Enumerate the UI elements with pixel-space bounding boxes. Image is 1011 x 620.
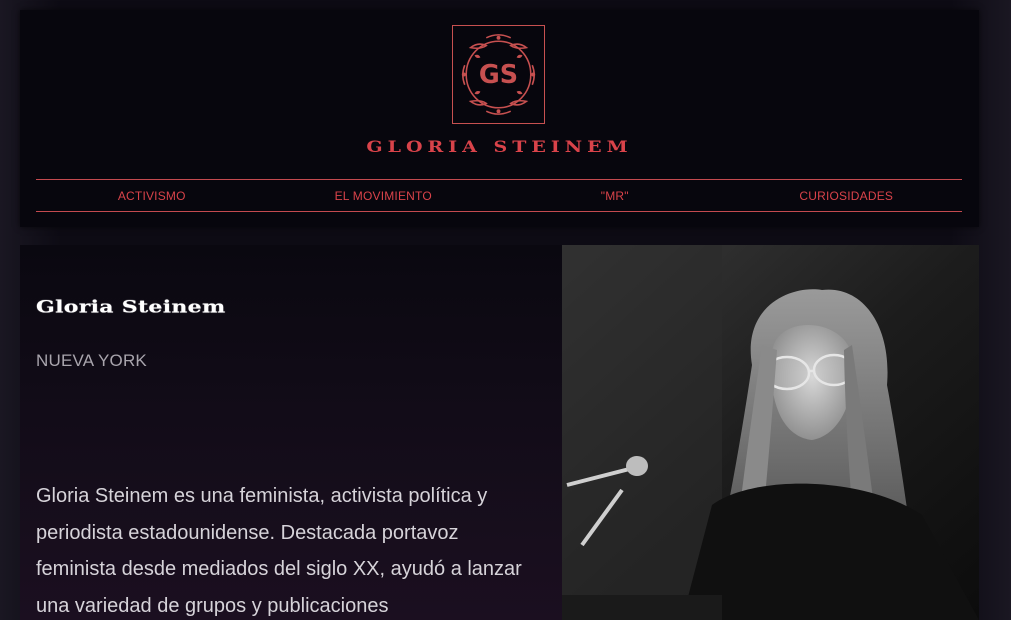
nav-item-mr[interactable]: "MR" <box>499 189 731 203</box>
nav-item-el-movimiento[interactable]: EL MOVIMIENTO <box>268 189 500 203</box>
main-nav: ACTIVISMO EL MOVIMIENTO "MR" CURIOSIDADE… <box>36 179 962 212</box>
nav-item-activismo[interactable]: ACTIVISMO <box>36 189 268 203</box>
page-title: Gloria Steinem <box>36 297 226 318</box>
gs-monogram-logo[interactable]: GS <box>452 25 545 124</box>
logo-text: GS <box>479 59 518 89</box>
nav-item-curiosidades[interactable]: CURIOSIDADES <box>731 189 963 203</box>
location-label: NUEVA YORK <box>36 351 147 370</box>
portrait-photo <box>562 245 979 620</box>
bio-paragraph: Gloria Steinem es una feminista, activis… <box>36 485 522 617</box>
site-header: GS GLORIA STEINEM ACTIVISMO EL MOVIMIENT… <box>20 10 979 227</box>
site-title[interactable]: GLORIA STEINEM <box>20 138 979 156</box>
